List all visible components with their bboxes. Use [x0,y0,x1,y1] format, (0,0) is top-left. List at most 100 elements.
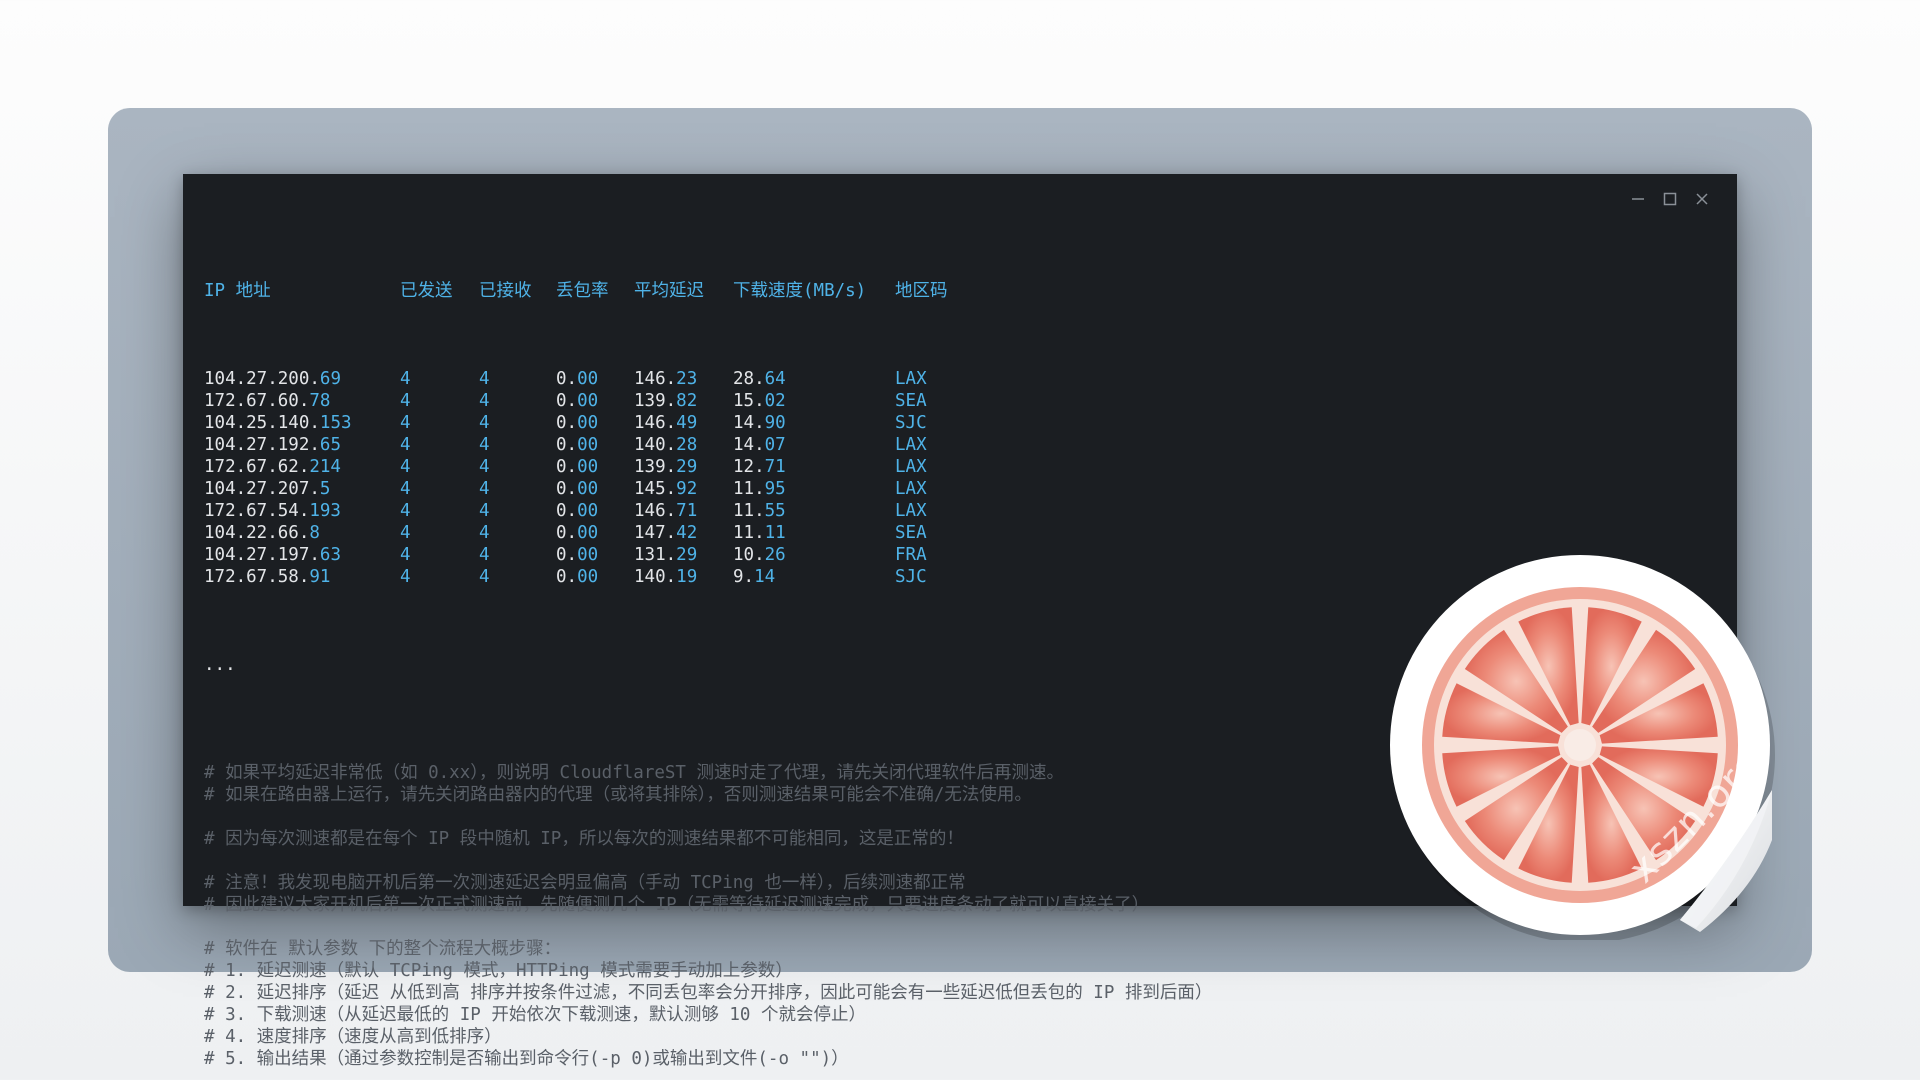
cell-speed-part: 02 [764,391,786,411]
cell-loss-part: 00 [577,545,599,565]
cell-latency-part: 146. [634,501,677,521]
cell-speed-part: 9. [733,567,755,587]
cell-sent-part: 4 [400,479,411,499]
cell-received-part: 4 [479,435,490,455]
cell-speed: 14.07 [733,434,786,456]
minimize-icon[interactable] [1629,190,1647,208]
close-icon[interactable] [1693,190,1711,208]
table-row: 104.27.200.69 4 4 0.00 146.23 28.64 LAX [204,368,1717,390]
cell-speed-part: 11. [733,479,765,499]
cell-latency-part: 42 [676,523,698,543]
maximize-icon[interactable] [1661,190,1679,208]
cell-latency-part: 19 [676,567,698,587]
cell-ip-part: 104.27.200. [204,369,320,389]
cell-latency: 140.19 [634,566,697,588]
cell-speed-part: 11 [764,523,786,543]
cell-received: 4 [479,412,490,434]
cell-speed-part: 64 [764,369,786,389]
cell-ip: 104.22.66.8 [204,522,320,544]
table-row: 172.67.62.214 4 4 0.00 139.29 12.71 LAX [204,456,1717,478]
cell-sent: 4 [400,434,411,456]
cell-ip: 172.67.60.78 [204,390,330,412]
cell-ip-part: 91 [309,567,331,587]
cell-latency-part: 82 [676,391,698,411]
cell-region: SJC [895,566,927,588]
cell-ip: 104.27.200.69 [204,368,341,390]
cell-ip-part: 63 [319,545,341,565]
cell-speed: 11.95 [733,478,786,500]
cell-loss-part: 00 [577,523,599,543]
cell-region: SJC [895,412,927,434]
cell-ip-part: 104.27.197. [204,545,320,565]
cell-received-part: 4 [479,523,490,543]
cell-region: LAX [895,456,927,478]
cell-region-part: LAX [895,479,927,499]
cell-loss-part: 0. [556,435,578,455]
cell-latency: 139.82 [634,390,697,412]
cell-loss-part: 00 [577,501,599,521]
cell-latency: 146.49 [634,412,697,434]
cell-ip: 172.67.58.91 [204,566,330,588]
cell-sent: 4 [400,456,411,478]
cell-received-part: 4 [479,457,490,477]
cell-speed-part: 28. [733,369,765,389]
comment-line: # 软件在 默认参数 下的整个流程大概步骤： [204,939,562,959]
cell-region: LAX [895,368,927,390]
header-received: 已接收 [479,281,532,301]
comment-line: # 1. 延迟测速（默认 TCPing 模式，HTTPing 模式需要手动加上参… [204,961,793,981]
cell-region-part: LAX [895,435,927,455]
cell-latency: 146.71 [634,500,697,522]
cell-ip: 104.27.207.5 [204,478,330,500]
cell-sent: 4 [400,544,411,566]
cell-ip-part: 5 [319,479,331,499]
cell-loss-part: 00 [577,369,599,389]
cell-loss-part: 00 [577,457,599,477]
cell-received-part: 4 [479,501,490,521]
cell-loss-part: 00 [577,567,599,587]
cell-loss: 0.00 [556,368,598,390]
comment-line: # 2. 延迟排序（延迟 从低到高 排序并按条件过滤，不同丢包率会分开排序，因此… [204,983,1213,1003]
cell-latency: 147.42 [634,522,697,544]
cell-ip-part: 65 [319,435,341,455]
cell-ip-part: 214 [309,457,341,477]
cell-sent-part: 4 [400,523,411,543]
cell-latency-part: 146. [634,413,677,433]
cell-ip-part: 172.67.58. [204,567,310,587]
cell-region: SEA [895,522,927,544]
cell-region: LAX [895,478,927,500]
cell-latency-part: 131. [634,545,677,565]
grapefruit-sticker-icon [1390,555,1775,940]
cell-latency-part: 23 [676,369,698,389]
cell-sent: 4 [400,522,411,544]
cell-sent: 4 [400,390,411,412]
cell-latency-part: 140. [634,567,677,587]
cell-ip: 172.67.54.193 [204,500,341,522]
cell-ip-part: 104.27.192. [204,435,320,455]
cell-loss-part: 0. [556,413,578,433]
cell-region-part: LAX [895,369,927,389]
cell-latency: 131.29 [634,544,697,566]
cell-speed-part: 71 [764,457,786,477]
cell-latency-part: 28 [676,435,698,455]
cell-received: 4 [479,456,490,478]
header-speed: 下载速度(MB/s) [733,281,867,301]
cell-ip-part: 78 [309,391,331,411]
cell-region: SEA [895,390,927,412]
cell-loss-part: 00 [577,413,599,433]
cell-speed: 15.02 [733,390,786,412]
cell-speed-part: 12. [733,457,765,477]
cell-received-part: 4 [479,545,490,565]
cell-loss: 0.00 [556,522,598,544]
cell-loss-part: 0. [556,567,578,587]
cell-ip: 104.25.140.153 [204,412,352,434]
cell-sent-part: 4 [400,567,411,587]
cell-sent-part: 4 [400,413,411,433]
cell-speed: 12.71 [733,456,786,478]
cell-sent-part: 4 [400,369,411,389]
cell-latency-part: 145. [634,479,677,499]
comment-line: # 5. 输出结果（通过参数控制是否输出到命令行(-p 0)或输出到文件(-o … [204,1049,849,1069]
cell-region-part: SJC [895,567,927,587]
cell-latency: 139.29 [634,456,697,478]
cell-ip-part: 153 [319,413,352,433]
